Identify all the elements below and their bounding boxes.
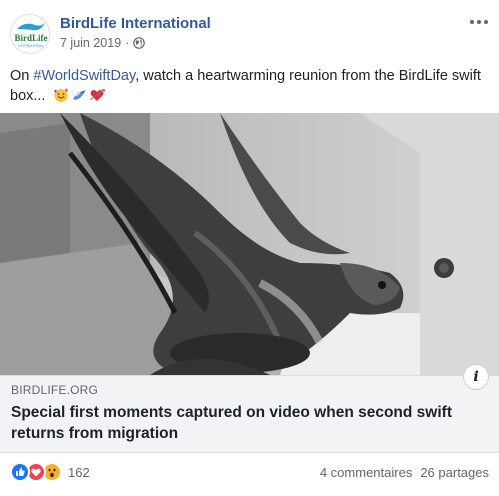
reactions-summary[interactable]: 162 <box>10 462 90 482</box>
info-icon[interactable]: i <box>463 364 489 390</box>
engagement-counts: 4 commentaires 26 partages <box>320 465 489 480</box>
post-meta: 7 juin 2019 · <box>60 36 146 50</box>
post-footer: 162 4 commentaires 26 partages <box>0 453 499 496</box>
message-emojis <box>53 87 105 103</box>
more-options-icon[interactable] <box>467 12 491 32</box>
bird-emoji <box>71 87 87 103</box>
meta-separator: · <box>125 36 130 50</box>
page-name-link[interactable]: BirdLife International <box>60 15 211 32</box>
birdlife-logo: BirdLife INTERNATIONAL <box>15 23 48 48</box>
smiling-face-with-hearts-emoji <box>53 87 69 103</box>
video-thumbnail[interactable] <box>0 113 499 375</box>
like-reaction-icon <box>10 462 30 482</box>
post-date[interactable]: 7 juin 2019 <box>60 36 121 50</box>
link-preview[interactable]: BIRDLIFE.ORG Special first moments captu… <box>0 364 499 453</box>
hashtag-link[interactable]: #WorldSwiftDay <box>33 68 135 84</box>
shares-count-link[interactable]: 26 partages <box>420 465 489 480</box>
post-header: BirdLife INTERNATIONAL BirdLife Internat… <box>0 0 499 62</box>
globe-icon <box>133 37 146 49</box>
avatar-subtext: INTERNATIONAL <box>18 44 43 48</box>
heart-with-arrow-emoji <box>89 87 105 103</box>
facebook-post: BirdLife INTERNATIONAL BirdLife Internat… <box>0 0 499 496</box>
reaction-count: 162 <box>68 464 90 480</box>
link-domain: BIRDLIFE.ORG <box>11 383 99 397</box>
comments-count-link[interactable]: 4 commentaires <box>320 465 412 480</box>
message-prefix: On <box>10 68 34 84</box>
avatar-text: BirdLife <box>15 33 48 43</box>
post-message: On #WorldSwiftDay, watch a heartwarming … <box>10 66 492 106</box>
link-title[interactable]: Special first moments captured on video … <box>11 402 471 444</box>
page-avatar[interactable]: BirdLife INTERNATIONAL <box>10 14 50 54</box>
